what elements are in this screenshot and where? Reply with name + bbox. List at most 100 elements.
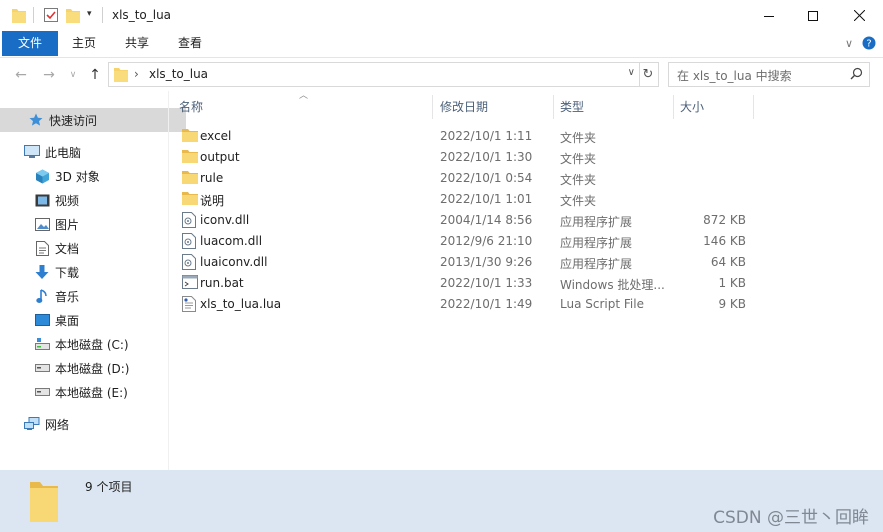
file-row[interactable]: 说明 2022/10/1 1:01 文件夹	[170, 189, 882, 210]
sidebar-item-network[interactable]: 网络	[0, 412, 182, 436]
pane-divider[interactable]	[168, 91, 169, 470]
sidebar-item-label: 文档	[55, 241, 80, 256]
sidebar-item-label: 桌面	[55, 313, 80, 328]
sidebar-item-label: 快速访问	[49, 113, 98, 128]
refresh-icon: ↻	[642, 67, 654, 82]
tab-home[interactable]: 主页	[62, 31, 106, 56]
expand-ribbon-icon[interactable]: ∨	[845, 37, 853, 50]
sidebar-item-drive-e[interactable]: 本地磁盘 (E:)	[0, 380, 192, 404]
lua-file-icon	[182, 296, 198, 312]
file-row[interactable]: excel 2022/10/1 1:11 文件夹	[170, 126, 882, 147]
sidebar-item-drive-c[interactable]: 本地磁盘 (C:)	[0, 332, 192, 356]
maximize-icon	[808, 10, 818, 21]
folder-icon	[182, 128, 198, 144]
qa-divider	[102, 7, 103, 23]
folder-icon[interactable]	[12, 7, 26, 26]
sidebar-item-desktop[interactable]: 桌面	[0, 308, 192, 332]
column-header-size[interactable]: 大小	[680, 95, 704, 119]
forward-icon[interactable]: →	[40, 66, 58, 84]
picture-icon	[34, 216, 50, 232]
file-name: luaiconv.dll	[200, 255, 268, 269]
column-header-date[interactable]: 修改日期	[440, 95, 488, 119]
svg-text:?: ?	[866, 39, 871, 50]
sidebar-item-pictures[interactable]: 图片	[0, 212, 192, 236]
column-separator[interactable]	[553, 95, 554, 119]
folder-large-icon	[28, 478, 60, 527]
search-box[interactable]: 在 xls_to_lua 中搜索	[668, 62, 870, 87]
sidebar-item-music[interactable]: 音乐	[0, 284, 192, 308]
file-name: excel	[200, 129, 232, 143]
download-icon	[34, 264, 50, 280]
file-name: iconv.dll	[200, 213, 250, 227]
sidebar-item-label: 本地磁盘 (E:)	[55, 385, 128, 400]
tab-file[interactable]: 文件	[2, 31, 58, 56]
help-icon[interactable]: ?	[862, 36, 876, 53]
file-date: 2022/10/1 1:49	[440, 297, 533, 311]
file-date: 2022/10/1 0:54	[440, 171, 533, 185]
column-header-type[interactable]: 类型	[560, 95, 584, 119]
sidebar-item-quick-access[interactable]: 快速访问	[0, 108, 186, 132]
folder-icon	[182, 149, 198, 165]
folder-icon	[114, 66, 128, 85]
search-icon[interactable]	[850, 67, 863, 83]
sort-ascending-icon: ︿	[299, 91, 309, 101]
file-row[interactable]: output 2022/10/1 1:30 文件夹	[170, 147, 882, 168]
address-dropdown-icon[interactable]: ∨	[628, 67, 635, 78]
sidebar-item-label: 视频	[55, 193, 80, 208]
qa-divider	[33, 7, 34, 23]
tab-view[interactable]: 查看	[168, 31, 212, 56]
back-icon[interactable]: ←	[12, 66, 30, 84]
file-type: Lua Script File	[560, 297, 644, 311]
column-separator[interactable]	[753, 95, 754, 119]
minimize-button[interactable]	[746, 0, 792, 31]
file-name: luacom.dll	[200, 234, 263, 248]
file-row[interactable]: xls_to_lua.lua 2022/10/1 1:49 Lua Script…	[170, 294, 882, 315]
up-icon[interactable]: ↑	[86, 66, 104, 84]
column-separator[interactable]	[432, 95, 433, 119]
address-bar[interactable]: › xls_to_lua ∨	[108, 62, 640, 87]
cube-icon	[34, 168, 50, 184]
file-date: 2022/10/1 1:11	[440, 129, 533, 143]
sidebar-item-label: 本地磁盘 (C:)	[55, 337, 129, 352]
search-input[interactable]: 在 xls_to_lua 中搜索	[677, 67, 792, 84]
tab-share[interactable]: 共享	[115, 31, 159, 56]
refresh-button[interactable]: ↻	[638, 62, 659, 87]
watermark: CSDN @三世丶回眸	[713, 508, 869, 528]
file-row[interactable]: luacom.dll 2012/9/6 21:10 应用程序扩展 146 KB	[170, 231, 882, 252]
column-header-name[interactable]: 名称	[179, 95, 203, 119]
recent-locations-icon[interactable]: ∨	[64, 66, 82, 84]
file-date: 2012/9/6 21:10	[440, 234, 533, 248]
customize-toolbar-icon[interactable]: ▾	[87, 9, 92, 19]
file-date: 2022/10/1 1:01	[440, 192, 533, 206]
breadcrumb-separator[interactable]: ›	[134, 67, 139, 81]
column-separator[interactable]	[673, 95, 674, 119]
window-title: xls_to_lua	[112, 8, 172, 22]
file-name: 说明	[200, 194, 225, 208]
music-icon	[34, 288, 50, 304]
new-folder-icon[interactable]	[66, 7, 80, 26]
star-icon	[28, 112, 44, 128]
file-type: 应用程序扩展	[560, 257, 633, 271]
file-size: 64 KB	[710, 255, 746, 269]
file-date: 2022/10/1 1:33	[440, 276, 533, 290]
file-size: 872 KB	[703, 213, 746, 227]
sidebar-item-documents[interactable]: 文档	[0, 236, 192, 260]
file-row[interactable]: iconv.dll 2004/1/14 8:56 应用程序扩展 872 KB	[170, 210, 882, 231]
sidebar-item-drive-d[interactable]: 本地磁盘 (D:)	[0, 356, 192, 380]
file-type: 应用程序扩展	[560, 215, 633, 229]
sidebar-item-3d-objects[interactable]: 3D 对象	[0, 164, 192, 188]
properties-icon[interactable]	[43, 7, 59, 26]
sidebar-item-downloads[interactable]: 下载	[0, 260, 192, 284]
minimize-icon	[764, 15, 774, 17]
maximize-button[interactable]	[790, 0, 836, 31]
file-row[interactable]: run.bat 2022/10/1 1:33 Windows 批处理... 1 …	[170, 273, 882, 294]
close-button[interactable]	[836, 0, 882, 31]
breadcrumb-current[interactable]: xls_to_lua	[149, 67, 208, 81]
sidebar-item-videos[interactable]: 视频	[0, 188, 192, 212]
file-row[interactable]: luaiconv.dll 2013/1/30 9:26 应用程序扩展 64 KB	[170, 252, 882, 273]
file-row[interactable]: rule 2022/10/1 0:54 文件夹	[170, 168, 882, 189]
video-icon	[34, 192, 50, 208]
close-icon	[853, 10, 865, 21]
sidebar-item-this-pc[interactable]: 此电脑	[0, 140, 182, 164]
file-size: 9 KB	[718, 297, 746, 311]
